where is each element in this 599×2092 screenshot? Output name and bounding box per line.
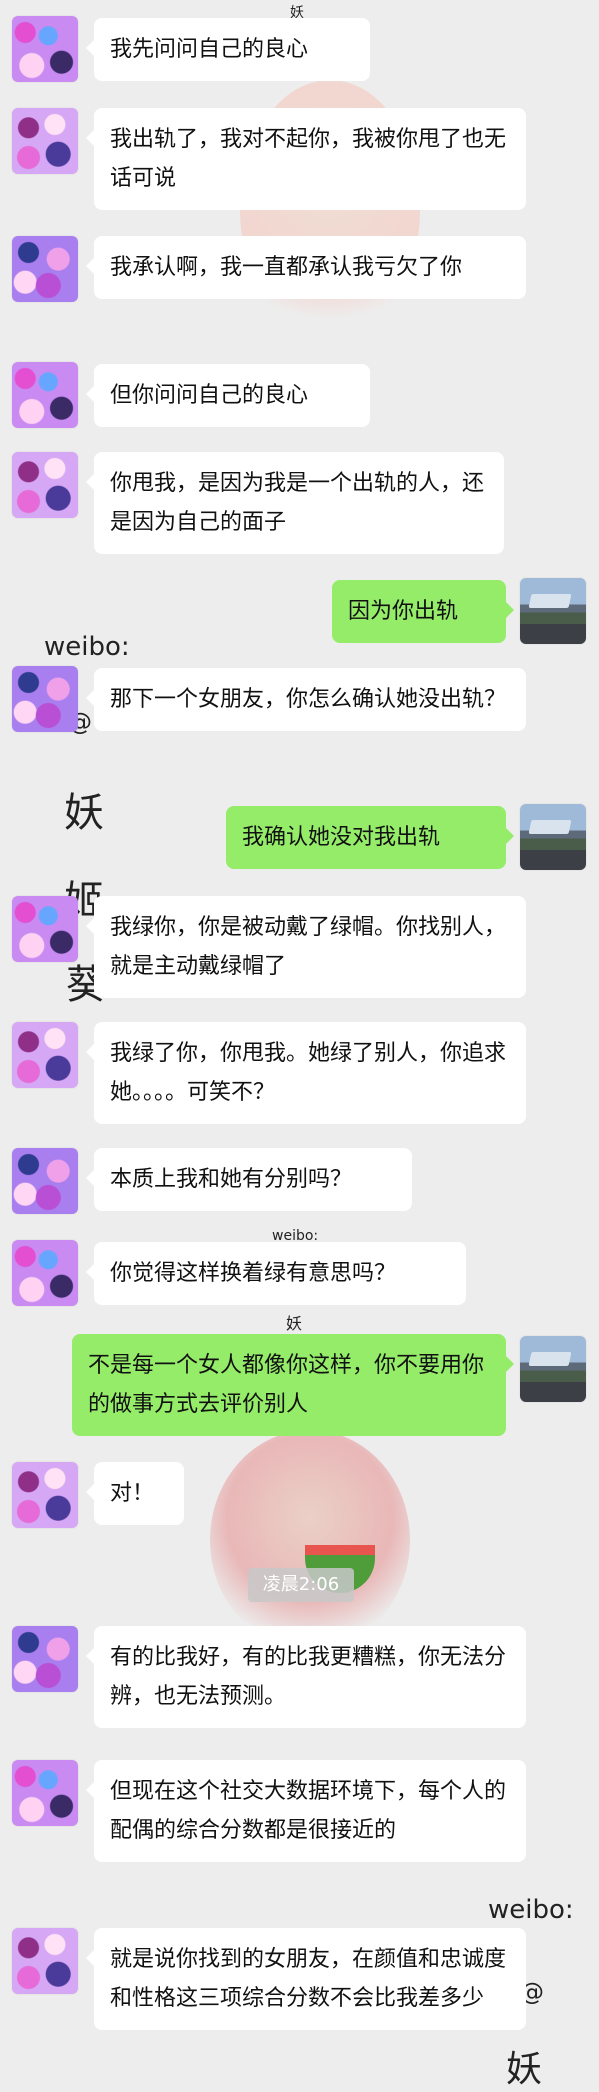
message-bubble-left[interactable]: 本质上我和她有分别吗？ [86, 1148, 412, 1211]
avatar[interactable] [12, 452, 78, 518]
message-bubble-left[interactable]: 你甩我，是因为我是一个出轨的人，还是因为自己的面子 [86, 452, 504, 554]
message-bubble-left[interactable]: 你觉得这样换着绿有意思吗？ [86, 1242, 466, 1305]
avatar[interactable] [12, 236, 78, 302]
avatar-self[interactable] [520, 804, 586, 870]
avatar[interactable] [12, 16, 78, 82]
avatar[interactable] [12, 1760, 78, 1826]
timestamp-label: 凌晨2:06 [248, 1568, 354, 1602]
message-bubble-right[interactable]: 因为你出轨 [332, 580, 514, 643]
message-bubble-right[interactable]: 不是每一个女人都像你这样，你不要用你的做事方式去评价别人 [72, 1334, 514, 1436]
avatar[interactable] [12, 1148, 78, 1214]
watermark-yao-2: 妖 [506, 2049, 543, 2090]
message-bubble-left[interactable]: 对！ [86, 1462, 184, 1525]
avatar[interactable] [12, 1022, 78, 1088]
message-bubble-left[interactable]: 有的比我好，有的比我更糟糕，你无法分辨，也无法预测。 [86, 1626, 526, 1728]
watermark-weibo: weibo: [44, 632, 130, 662]
message-bubble-left[interactable]: 就是说你找到的女朋友，在颜值和忠诚度和性格这三项综合分数不会比我差多少 [86, 1928, 526, 2030]
avatar[interactable] [12, 1626, 78, 1692]
message-bubble-left[interactable]: 我出轨了，我对不起你，我被你甩了也无话可说 [86, 108, 526, 210]
message-bubble-left[interactable]: 我绿你，你是被动戴了绿帽。你找别人，就是主动戴绿帽了 [86, 896, 526, 998]
watermark-yao: 妖 [64, 790, 104, 836]
avatar[interactable] [12, 1928, 78, 1994]
avatar-self[interactable] [520, 1336, 586, 1402]
avatar[interactable] [12, 1462, 78, 1528]
message-bubble-left[interactable]: 我承认啊，我一直都承认我亏欠了你 [86, 236, 526, 299]
message-bubble-left[interactable]: 我先问问自己的良心 [86, 18, 370, 81]
message-bubble-right[interactable]: 我确认她没对我出轨 [226, 806, 514, 869]
message-bubble-left[interactable]: 那下一个女朋友，你怎么确认她没出轨？ [86, 668, 526, 731]
watermark-yao-small: 妖 [286, 1314, 303, 1333]
message-bubble-left[interactable]: 但你问问自己的良心 [86, 364, 370, 427]
watermark-weibo-2: weibo: [488, 1895, 574, 1925]
avatar[interactable] [12, 1240, 78, 1306]
avatar-self[interactable] [520, 578, 586, 644]
message-bubble-left[interactable]: 我绿了你，你甩我。她绿了别人，你追求她。。。。可笑不？ [86, 1022, 526, 1124]
avatar[interactable] [12, 108, 78, 174]
background-illustration-girl-melon [210, 1430, 410, 1650]
avatar[interactable] [12, 896, 78, 962]
avatar[interactable] [12, 362, 78, 428]
chat-view[interactable]: 妖 weibo: @ 妖 姬 葵 weibo: 妖 weibo: @ 妖 我先问… [0, 0, 599, 2090]
avatar[interactable] [12, 666, 78, 732]
message-bubble-left[interactable]: 但现在这个社交大数据环境下，每个人的配偶的综合分数都是很接近的 [86, 1760, 526, 1862]
